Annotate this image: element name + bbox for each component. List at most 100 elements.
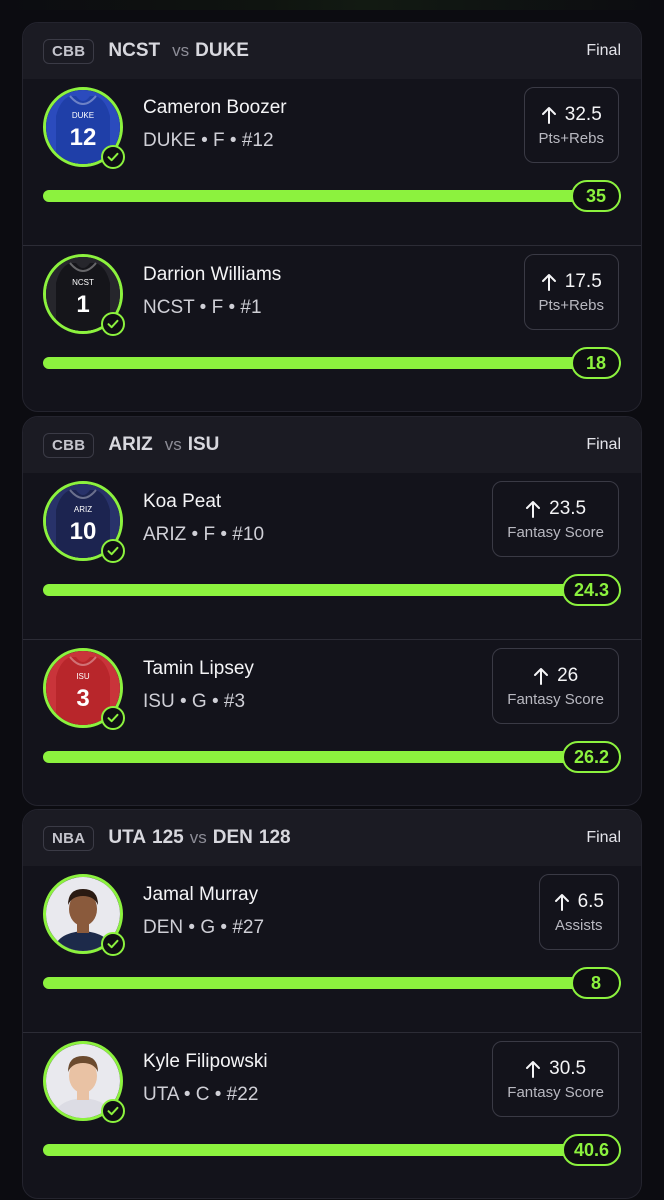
arrow-up-icon (554, 893, 569, 911)
matchup: UTA 125 vs DEN 128 (108, 827, 290, 849)
away-score: 125 (152, 827, 184, 848)
player-name[interactable]: Cameron Boozer (143, 97, 287, 119)
arrow-up-icon (541, 106, 556, 124)
pick-list: DUKE 12 Cameron Boozer DUKE • F • #12 32… (23, 79, 641, 411)
projection-line: 32.5 (564, 103, 602, 125)
matchup: NCST vs DUKE (108, 40, 255, 62)
away-team: NCST (108, 40, 161, 61)
player-name[interactable]: Kyle Filipowski (143, 1051, 268, 1073)
player-name[interactable]: Tamin Lipsey (143, 658, 254, 680)
player-meta: DUKE • F • #12 (143, 130, 274, 151)
projection-line: 30.5 (549, 1057, 587, 1079)
away-team: ARIZ (108, 434, 153, 455)
svg-text:ISU: ISU (76, 672, 90, 681)
projection-line: 6.5 (577, 890, 604, 912)
player-avatar[interactable] (43, 874, 125, 956)
result-value: 35 (571, 180, 621, 212)
result-value: 40.6 (561, 1134, 621, 1166)
projection-box: 32.5 Pts+Rebs (523, 87, 619, 163)
progress-bar (43, 751, 621, 763)
league-badge: CBB (43, 432, 95, 458)
result-value: 18 (571, 347, 621, 379)
stat-type: Fantasy Score (507, 523, 604, 541)
vs-label: vs (172, 41, 190, 60)
game-card: CBB NCST vs DUKE Final DUKE 12 Cameron B… (22, 22, 642, 412)
league-badge: NBA (43, 825, 95, 851)
stat-type: Fantasy Score (507, 1083, 604, 1101)
svg-text:3: 3 (76, 685, 89, 712)
svg-text:12: 12 (70, 124, 97, 151)
stat-type: Fantasy Score (507, 690, 604, 708)
svg-text:NCST: NCST (72, 278, 94, 287)
progress-fill (43, 190, 621, 202)
progress-bar (43, 1144, 621, 1156)
player-name[interactable]: Darrion Williams (143, 264, 281, 286)
player-avatar[interactable] (43, 1041, 125, 1123)
home-score: 128 (258, 827, 291, 848)
vs-label: vs (164, 435, 182, 454)
check-icon (101, 539, 125, 563)
player-meta: NCST • F • #1 (143, 297, 262, 318)
svg-text:ARIZ: ARIZ (74, 505, 92, 514)
player-avatar[interactable]: ARIZ 10 (43, 481, 125, 563)
projection-box: 30.5 Fantasy Score (492, 1041, 619, 1117)
projection-box: 23.5 Fantasy Score (492, 481, 619, 557)
player-meta: UTA • C • #22 (143, 1084, 259, 1105)
vs-label: vs (189, 828, 207, 847)
pick-row[interactable]: DUKE 12 Cameron Boozer DUKE • F • #12 32… (23, 79, 641, 246)
pick-row[interactable]: ISU 3 Tamin Lipsey ISU • G • #3 26 Fanta… (23, 640, 641, 805)
svg-text:1: 1 (76, 291, 89, 318)
progress-fill (43, 1144, 621, 1156)
svg-text:DUKE: DUKE (72, 111, 94, 120)
projection-line: 17.5 (564, 270, 602, 292)
progress-fill (43, 977, 621, 989)
result-value: 26.2 (561, 741, 621, 773)
game-status: Final (586, 436, 621, 453)
player-meta: DEN • G • #27 (143, 917, 265, 938)
league-badge: CBB (43, 38, 95, 64)
arrow-up-icon (526, 1060, 541, 1078)
player-avatar[interactable]: NCST 1 (43, 254, 125, 336)
arrow-up-icon (526, 500, 541, 518)
progress-bar (43, 977, 621, 989)
pick-row[interactable]: ARIZ 10 Koa Peat ARIZ • F • #10 23.5 Fan… (23, 473, 641, 640)
game-card: CBB ARIZ vs ISU Final ARIZ 10 Koa Peat A… (22, 416, 642, 806)
progress-fill (43, 751, 621, 763)
home-team: DEN (212, 827, 253, 848)
away-team: UTA (108, 827, 147, 848)
result-value: 24.3 (561, 574, 621, 606)
pick-row[interactable]: Jamal Murray DEN • G • #27 6.5 Assists 8 (23, 866, 641, 1033)
stat-type: Assists (555, 916, 603, 934)
game-header: CBB NCST vs DUKE Final (23, 23, 641, 79)
player-meta: ISU • G • #3 (143, 691, 246, 712)
player-avatar[interactable]: DUKE 12 (43, 87, 125, 169)
pick-list: ARIZ 10 Koa Peat ARIZ • F • #10 23.5 Fan… (23, 473, 641, 805)
pick-row[interactable]: NCST 1 Darrion Williams NCST • F • #1 17… (23, 246, 641, 411)
progress-bar (43, 357, 621, 369)
stat-type: Pts+Rebs (538, 296, 604, 314)
matchup: ARIZ vs ISU (108, 434, 225, 456)
progress-fill (43, 357, 621, 369)
projection-box: 17.5 Pts+Rebs (523, 254, 619, 330)
player-meta: ARIZ • F • #10 (143, 524, 265, 545)
arrow-up-icon (541, 273, 556, 291)
check-icon (101, 706, 125, 730)
player-name[interactable]: Koa Peat (143, 491, 221, 513)
check-icon (101, 1099, 125, 1123)
progress-fill (43, 584, 621, 596)
game-status: Final (586, 829, 621, 846)
game-header: NBA UTA 125 vs DEN 128 Final (23, 810, 641, 866)
top-strip (0, 0, 664, 10)
projection-box: 26 Fantasy Score (492, 648, 619, 724)
svg-text:10: 10 (70, 518, 97, 545)
arrow-up-icon (534, 667, 549, 685)
home-team: ISU (187, 434, 220, 455)
player-avatar[interactable]: ISU 3 (43, 648, 125, 730)
projection-line: 23.5 (549, 497, 587, 519)
check-icon (101, 312, 125, 336)
player-name[interactable]: Jamal Murray (143, 884, 258, 906)
progress-bar (43, 584, 621, 596)
projection-box: 6.5 Assists (538, 874, 619, 950)
pick-row[interactable]: Kyle Filipowski UTA • C • #22 30.5 Fanta… (23, 1033, 641, 1198)
home-team: DUKE (195, 40, 249, 61)
